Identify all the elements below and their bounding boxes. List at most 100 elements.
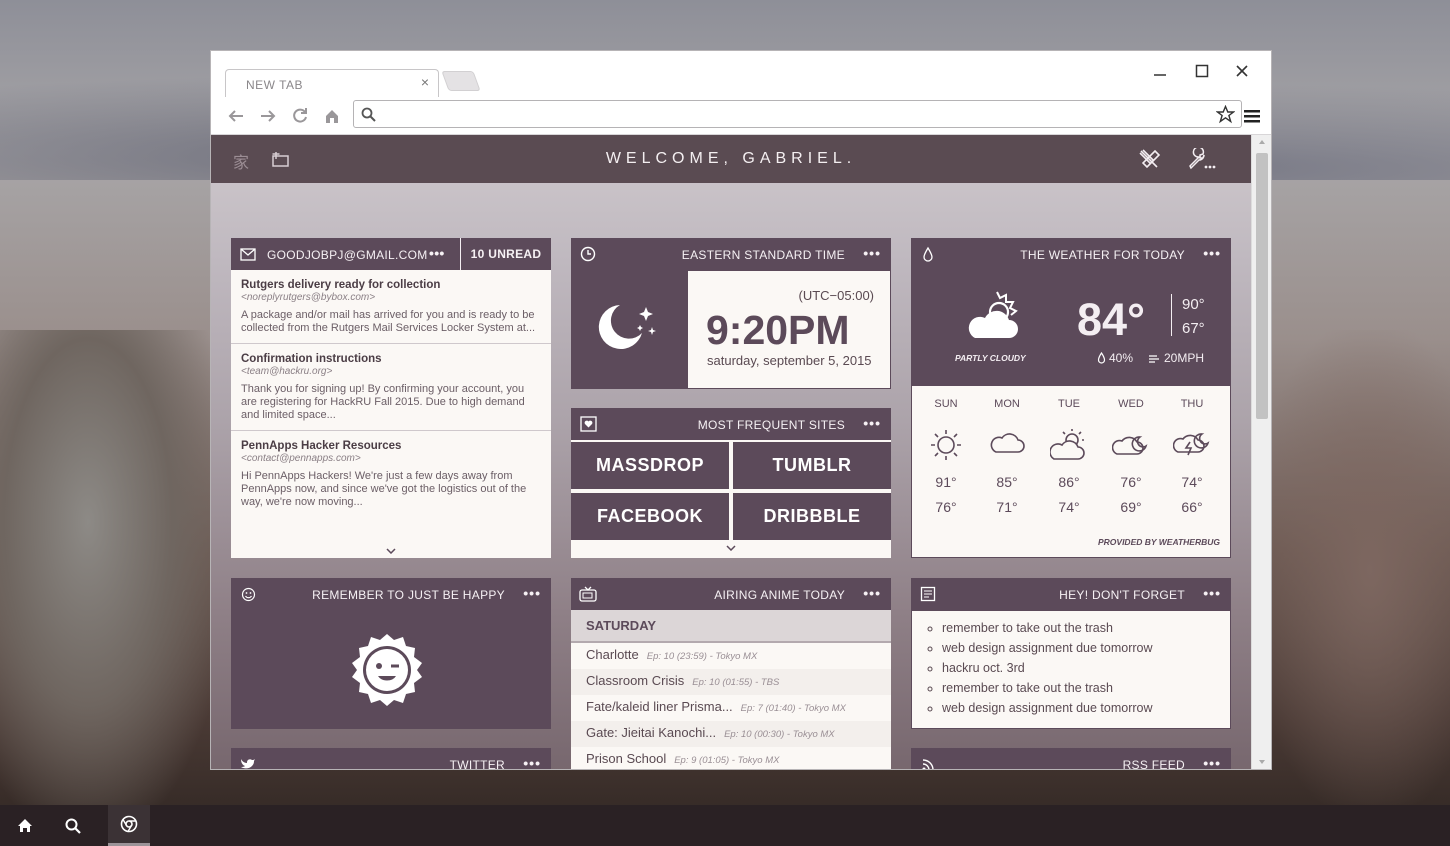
forward-button[interactable]	[257, 105, 279, 127]
forecast-high: 86°	[1058, 474, 1080, 490]
anime-episode: Ep: 7 (01:40) - Tokyo MX	[740, 703, 846, 714]
background-city	[0, 330, 220, 810]
happy-widget: REMEMBER TO JUST BE HAPPY •••	[231, 578, 551, 729]
anime-name: Fate/kaleid liner Prisma...	[586, 699, 733, 714]
wind-icon	[1149, 355, 1159, 363]
scroll-down-icon[interactable]	[1258, 759, 1266, 765]
page-scrollbar[interactable]	[1251, 135, 1271, 769]
email-list: Rutgers delivery ready for collection <n…	[231, 270, 551, 558]
taskbar-search-button[interactable]	[52, 805, 94, 846]
twitter-bird-icon	[239, 755, 257, 769]
smiley-icon	[239, 585, 257, 603]
taskbar-home-button[interactable]	[4, 805, 46, 846]
maximize-button[interactable]	[1187, 59, 1217, 83]
reminder-item[interactable]: remember to take out the trash	[942, 678, 1230, 698]
title-bar: NEW TAB ×	[211, 51, 1271, 97]
email-menu-dots[interactable]: •••	[429, 245, 445, 261]
reminder-item[interactable]: hackru oct. 3rd	[942, 658, 1230, 678]
forecast-low: 71°	[996, 499, 1018, 515]
email-message[interactable]: Confirmation instructions <team@hackru.o…	[231, 344, 551, 431]
site-tile-massdrop[interactable]: MASSDROP	[571, 442, 729, 489]
storm-icon	[1167, 428, 1217, 460]
menu-button[interactable]	[1241, 105, 1263, 127]
forward-arrow-icon	[261, 110, 276, 122]
sites-expand[interactable]	[571, 540, 891, 558]
rss-header: RSS FEED •••	[911, 748, 1231, 769]
anime-item[interactable]: Prison School Ep: 9 (01:05) - Tokyo MX	[571, 747, 891, 769]
dashboard-header: 家 WELCOME, GABRIEL.	[211, 135, 1251, 183]
tv-icon	[579, 585, 597, 603]
anime-item[interactable]: Gate: Jieitai Kanochi... Ep: 10 (00:30) -…	[571, 721, 891, 747]
clock-menu-dots[interactable]: •••	[863, 245, 881, 261]
anime-episode: Ep: 10 (01:55) - TBS	[692, 677, 780, 688]
current-date: saturday, september 5, 2015	[707, 353, 872, 368]
forecast-day: SUN	[934, 398, 958, 410]
temp-divider	[1171, 294, 1172, 336]
chevron-down-icon[interactable]	[386, 548, 396, 554]
ruler-pencil-icon[interactable]	[1137, 147, 1163, 171]
bookmark-star-icon[interactable]	[1216, 105, 1235, 124]
happy-title: REMEMBER TO JUST BE HAPPY	[312, 588, 505, 602]
close-button[interactable]	[1227, 59, 1257, 83]
email-widget: GOODJOBPJ@GMAIL.COM ••• 10 UNREAD Rutger…	[231, 238, 551, 558]
minimize-button[interactable]	[1145, 59, 1175, 83]
reminder-item[interactable]: web design assignment due tomorrow	[942, 698, 1230, 718]
scrollbar-thumb[interactable]	[1256, 153, 1268, 419]
scroll-up-icon[interactable]	[1258, 139, 1266, 145]
weather-condition: PARTLY CLOUDY	[955, 353, 1026, 363]
sites-header: MOST FREQUENT SITES •••	[571, 408, 891, 440]
minimize-icon	[1154, 74, 1166, 76]
sites-menu-dots[interactable]: •••	[863, 415, 881, 431]
site-tile-dribbble[interactable]: DRIBBBLE	[733, 493, 891, 540]
anime-header: AIRING ANIME TODAY •••	[571, 578, 891, 610]
address-bar[interactable]	[353, 100, 1242, 128]
taskbar-chrome-button[interactable]	[108, 805, 150, 846]
reload-button[interactable]	[289, 105, 311, 127]
weather-menu-dots[interactable]: •••	[1203, 245, 1221, 261]
reminder-item[interactable]: web design assignment due tomorrow	[942, 638, 1230, 658]
twitter-title: TWITTER	[449, 758, 505, 770]
humidity-value: 40%	[1109, 351, 1134, 365]
wrench-settings-icon[interactable]	[1186, 148, 1216, 170]
twitter-header: TWITTER •••	[231, 748, 551, 770]
notepad-icon	[919, 585, 937, 603]
twitter-menu-dots[interactable]: •••	[523, 755, 541, 769]
time-panel: (UTC−05:00) 9:20PM saturday, september 5…	[688, 271, 890, 388]
anime-item[interactable]: Classroom Crisis Ep: 10 (01:55) - TBS	[571, 669, 891, 695]
rss-menu-dots[interactable]: •••	[1203, 755, 1221, 769]
weather-header: THE WEATHER FOR TODAY •••	[911, 238, 1231, 270]
email-message[interactable]: PennApps Hacker Resources <contact@penna…	[231, 431, 551, 517]
reminders-title: HEY! DON'T FORGET	[1059, 588, 1185, 602]
reminders-menu-dots[interactable]: •••	[1203, 585, 1221, 601]
unread-count-badge[interactable]: 10 UNREAD	[460, 238, 551, 270]
home-icon	[18, 819, 32, 832]
forecast-day: WED	[1118, 398, 1144, 410]
background-hills	[1250, 330, 1450, 810]
wind-value: 20MPH	[1164, 351, 1205, 365]
email-sender: <team@hackru.org>	[241, 366, 333, 377]
forecast-high: 76°	[1120, 474, 1142, 490]
anime-menu-dots[interactable]: •••	[863, 585, 881, 601]
address-input[interactable]	[380, 104, 1200, 124]
tab-close-icon[interactable]: ×	[421, 74, 429, 90]
site-tile-tumblr[interactable]: TUMBLR	[733, 442, 891, 489]
anime-item[interactable]: Charlotte Ep: 10 (23:59) - Tokyo MX	[571, 643, 891, 669]
high-temperature: 90°	[1182, 296, 1205, 313]
site-tile-facebook[interactable]: FACEBOOK	[571, 493, 729, 540]
home-button[interactable]	[321, 105, 343, 127]
happy-menu-dots[interactable]: •••	[523, 585, 541, 601]
new-tab-button[interactable]	[441, 71, 481, 91]
browser-toolbar	[211, 97, 1271, 135]
email-message[interactable]: Rutgers delivery ready for collection <n…	[231, 270, 551, 344]
current-time: 9:20PM	[706, 307, 850, 353]
browser-tab[interactable]: NEW TAB ×	[225, 69, 439, 97]
reminder-item[interactable]: remember to take out the trash	[942, 618, 1230, 638]
search-icon	[65, 818, 81, 834]
current-temperature: 84°	[1077, 294, 1146, 345]
welcome-title: WELCOME, GABRIEL.	[605, 150, 857, 167]
anime-item[interactable]: Fate/kaleid liner Prisma... Ep: 7 (01:40)…	[571, 695, 891, 721]
anime-widget: AIRING ANIME TODAY ••• SATURDAY Charlott…	[571, 578, 891, 769]
email-sender: <contact@pennapps.com>	[241, 453, 361, 464]
winking-sun-icon	[352, 634, 422, 706]
back-button[interactable]	[225, 105, 247, 127]
